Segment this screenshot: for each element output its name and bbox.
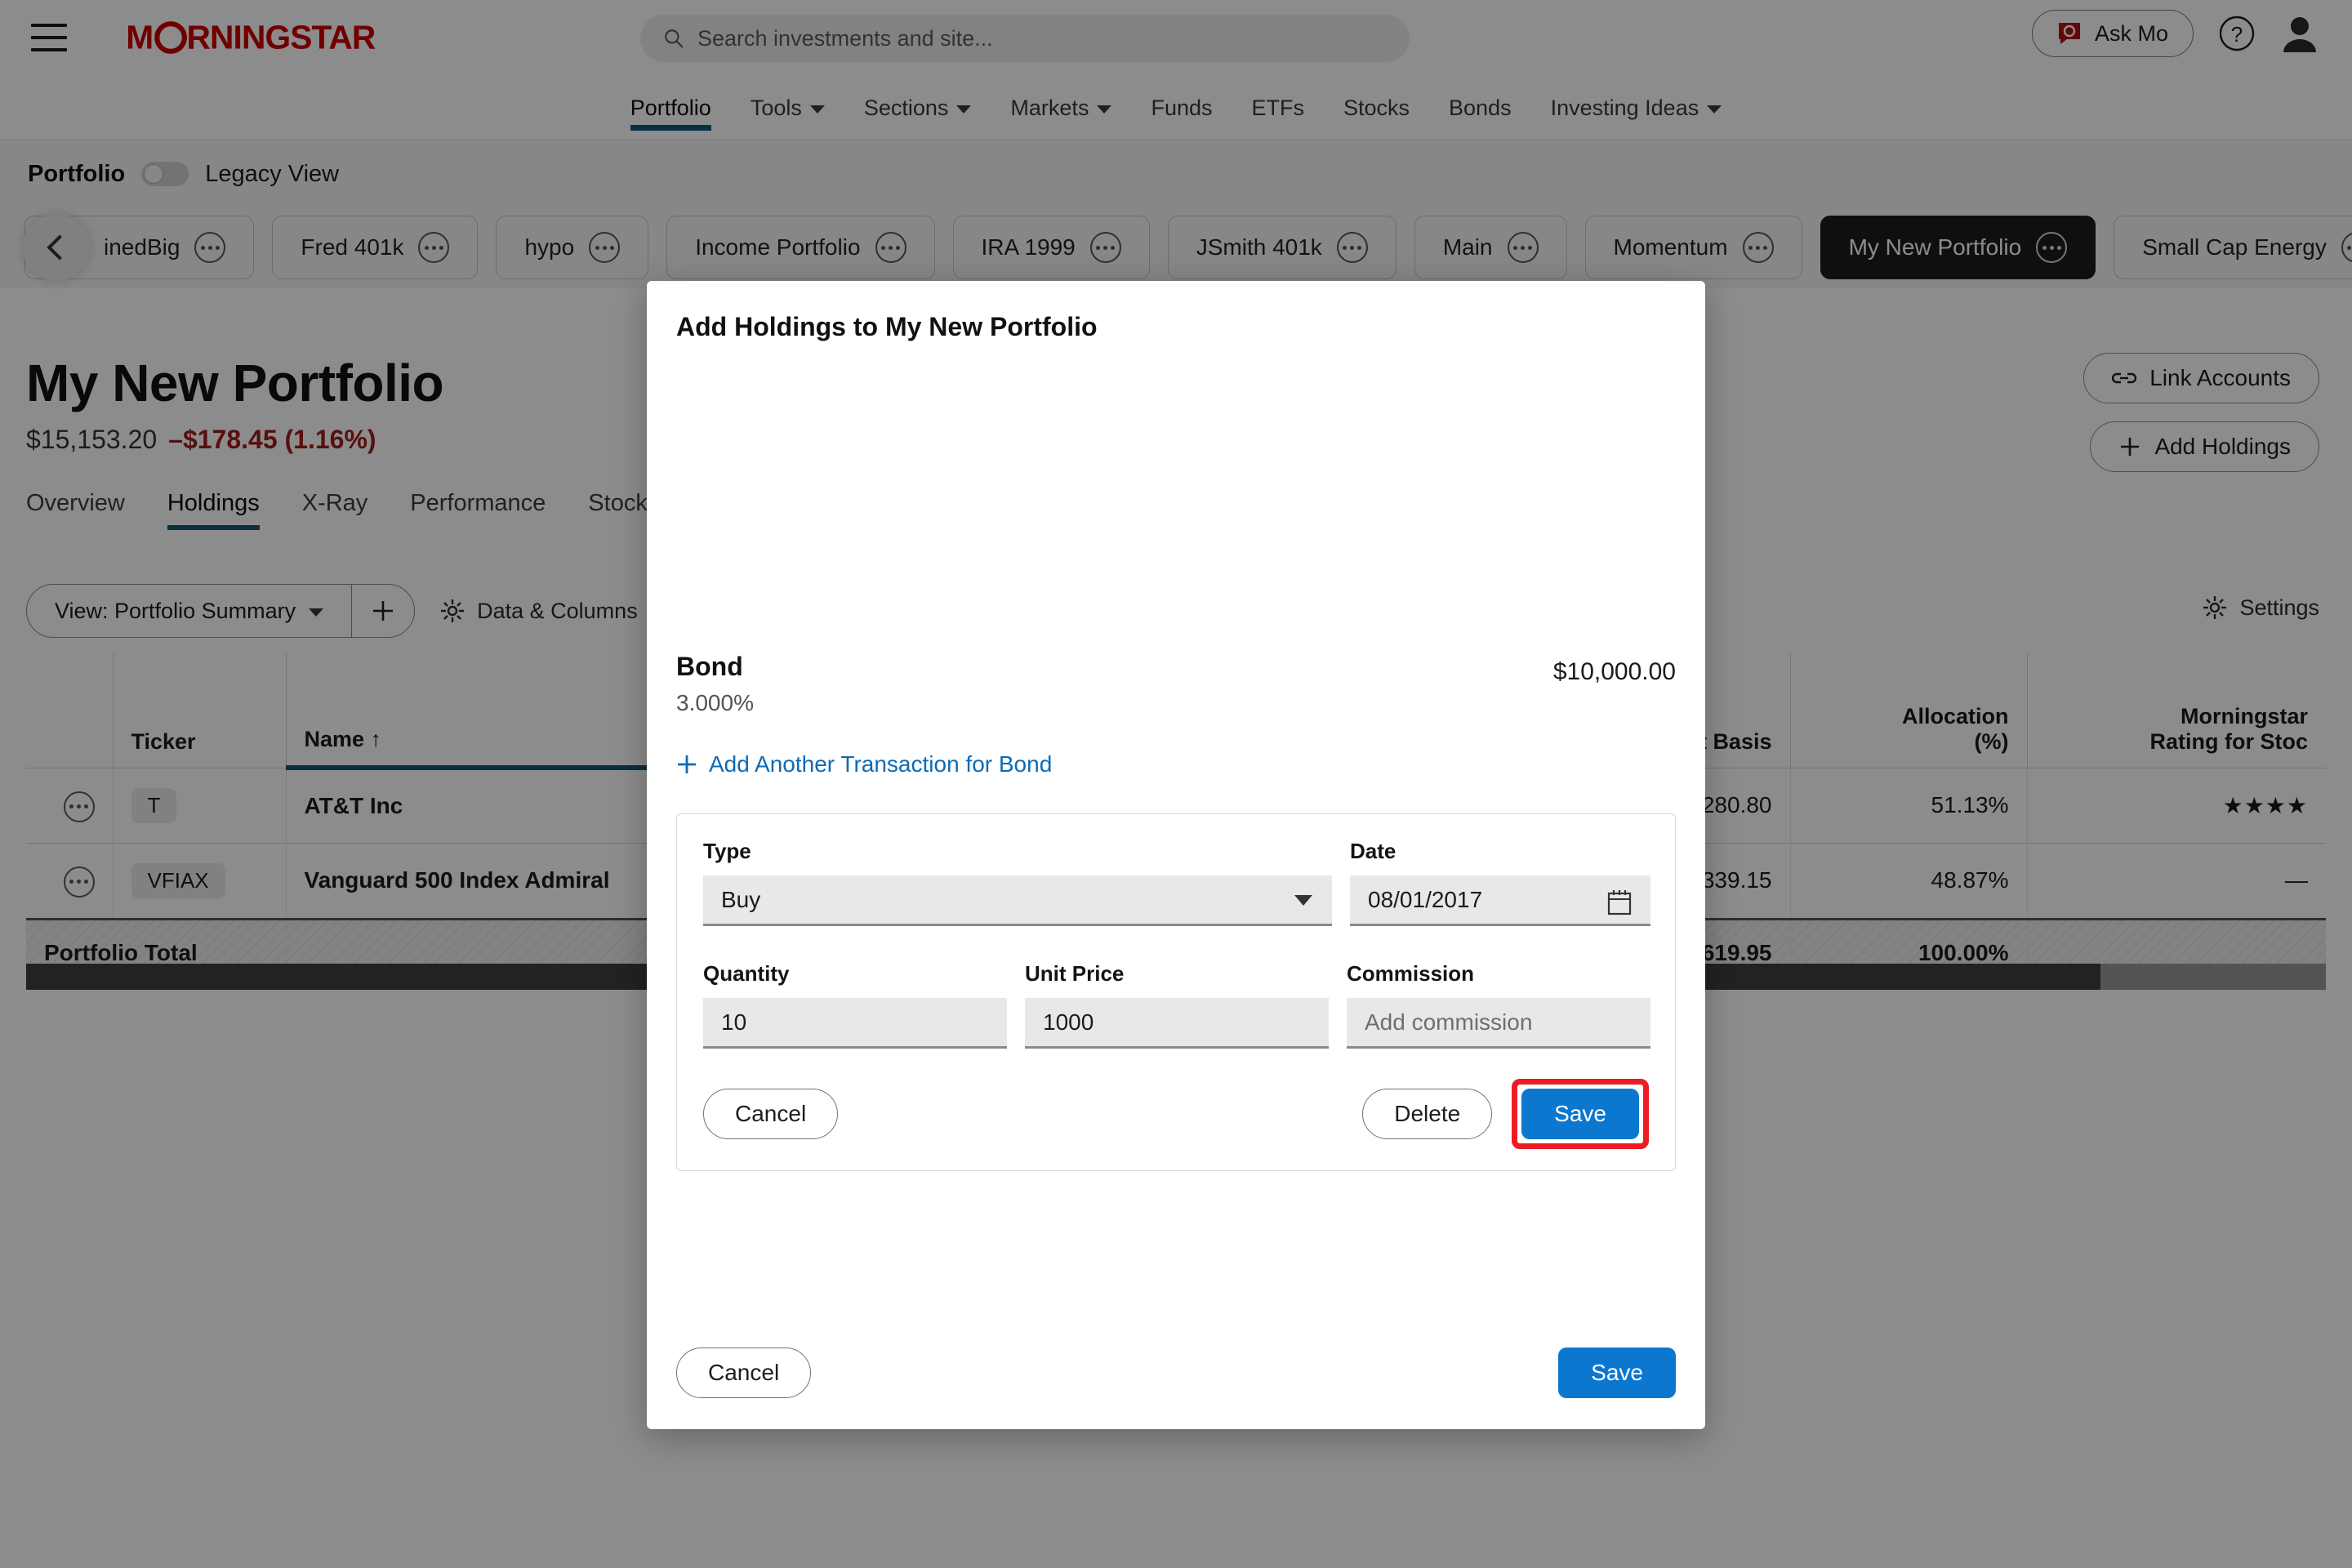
unit-price-label: Unit Price (1025, 961, 1125, 986)
commission-input[interactable] (1347, 998, 1650, 1049)
form-row-type-date: Type Date (703, 839, 1650, 926)
transaction-primary-buttons: Delete Save (1362, 1079, 1649, 1149)
holding-rate: 3.000% (676, 690, 754, 715)
date-label: Date (1350, 839, 1396, 863)
transaction-delete-button[interactable]: Delete (1362, 1089, 1493, 1139)
app-root: M RNINGSTAR Search investments and site.… (0, 0, 2352, 1568)
holding-amount: $10,000.00 (1552, 658, 1676, 685)
quantity-input[interactable] (703, 998, 1007, 1049)
save-button-highlight: Save (1512, 1079, 1649, 1149)
field-quantity: Quantity (703, 961, 1007, 1049)
add-holdings-modal: Add Holdings to My New Portfolio Bond 3.… (647, 281, 1705, 1429)
transaction-form-buttons: Cancel Delete Save (703, 1079, 1649, 1149)
modal-footer: Cancel Save (676, 1348, 1676, 1398)
transaction-save-button[interactable]: Save (1521, 1089, 1639, 1139)
transaction-cancel-button[interactable]: Cancel (703, 1089, 839, 1139)
add-another-transaction-button[interactable]: Add Another Transaction for Bond (676, 751, 1052, 777)
transaction-form-card: Type Date (676, 813, 1676, 1171)
unit-price-input[interactable] (1025, 998, 1329, 1049)
field-commission: Commission (1347, 961, 1650, 1049)
calendar-icon[interactable] (1606, 889, 1633, 916)
field-type: Type (703, 839, 1332, 926)
type-select[interactable] (703, 875, 1332, 926)
form-row-qty-price-commission: Quantity Unit Price Commission (703, 961, 1650, 1049)
type-label: Type (703, 839, 751, 863)
chevron-down-icon (1294, 895, 1312, 906)
modal-save-button[interactable]: Save (1558, 1348, 1676, 1398)
commission-label: Commission (1347, 961, 1475, 986)
type-select-wrapper (703, 875, 1332, 926)
add-another-transaction-label: Add Another Transaction for Bond (709, 751, 1053, 777)
field-unit-price: Unit Price (1025, 961, 1329, 1049)
modal-title: Add Holdings to My New Portfolio (676, 312, 1098, 341)
quantity-label: Quantity (703, 961, 790, 986)
plus-icon (678, 755, 696, 773)
date-input[interactable] (1350, 875, 1650, 926)
holding-name: Bond (676, 652, 743, 681)
field-date: Date (1350, 839, 1650, 926)
modal-cancel-button[interactable]: Cancel (676, 1348, 812, 1398)
holding-summary: Bond 3.000% (676, 652, 754, 716)
date-input-wrapper (1350, 875, 1650, 926)
